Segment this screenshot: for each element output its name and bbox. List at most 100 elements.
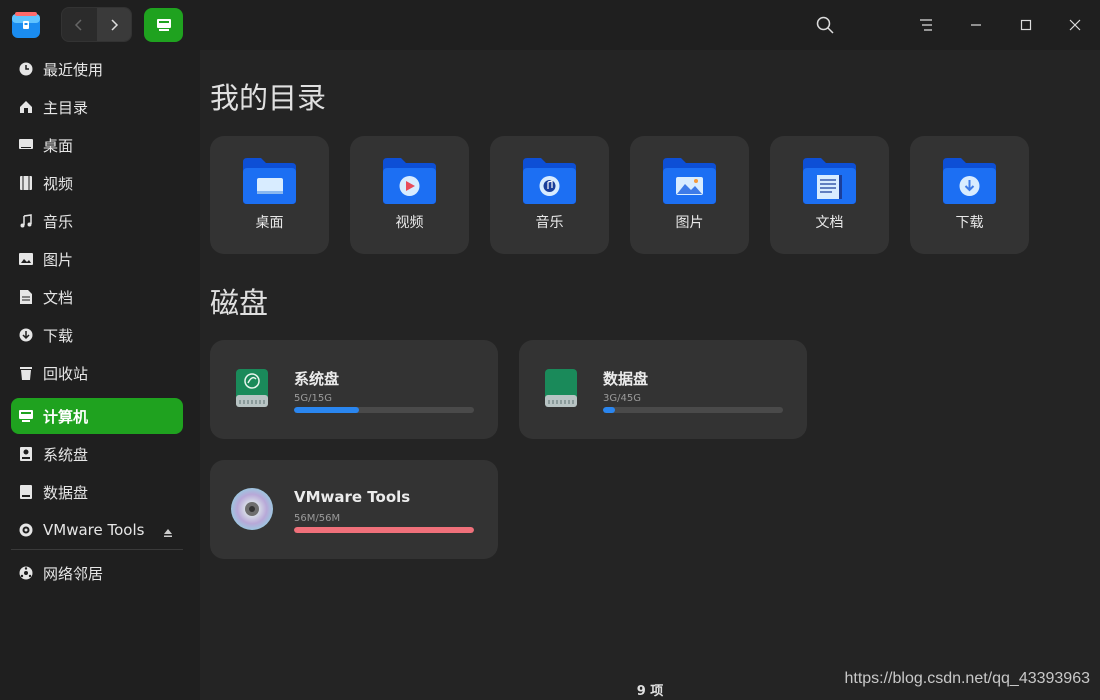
downloads-folder-icon [943, 158, 996, 204]
sidebar-item-documents[interactable]: 文档 [11, 279, 183, 315]
folder-card-documents[interactable]: 文档 [770, 136, 889, 254]
sidebar-item-vmware-tools[interactable]: VMware Tools [11, 512, 183, 548]
computer-view-button[interactable] [144, 8, 183, 42]
back-icon [75, 18, 82, 31]
sidebar-item-label: VMware Tools [43, 521, 145, 539]
sidebar-item-music[interactable]: 音乐 [11, 203, 183, 239]
video-folder-icon [383, 158, 436, 204]
disk-usage-bar [294, 527, 474, 533]
navigation-buttons [61, 7, 132, 42]
sidebar-item-computer[interactable]: 计算机 [11, 398, 183, 434]
desktop-icon [18, 137, 34, 153]
folder-label: 视频 [395, 215, 424, 231]
image-icon [18, 251, 34, 267]
sidebar-item-label: 数据盘 [43, 483, 89, 502]
sidebar-item-label: 系统盘 [43, 445, 89, 464]
sidebar-item-data-disk[interactable]: 数据盘 [11, 474, 183, 510]
menu-button[interactable] [915, 14, 937, 36]
sidebar-item-label: 最近使用 [43, 60, 104, 79]
disk-card-data[interactable]: 数据盘 3G/45G [519, 340, 807, 439]
sidebar-item-pictures[interactable]: 图片 [11, 241, 183, 277]
app-logo-icon [11, 10, 41, 40]
disk-size: 56M/56M [294, 513, 341, 524]
disk-usage-fill [603, 407, 616, 413]
title-bar [0, 0, 1100, 50]
desktop-folder-icon [243, 158, 296, 204]
disk-usage-bar [294, 407, 474, 413]
forward-icon [111, 18, 118, 31]
disk-usage-bar [603, 407, 783, 413]
disk-size: 5G/15G [294, 393, 332, 404]
main-content: 我的目录 桌面 视频 音乐 图片 文档 下载 磁盘 系统盘 5G/15G 数据盘… [200, 50, 1100, 700]
folder-label: 文档 [815, 215, 844, 231]
watermark-text: https://blog.csdn.net/qq_43393963 [844, 670, 1090, 687]
maximize-button[interactable] [1015, 14, 1037, 36]
sidebar-item-trash[interactable]: 回收站 [11, 355, 183, 391]
sidebar-item-label: 网络邻居 [43, 564, 104, 583]
close-icon [1069, 19, 1081, 31]
music-folder-icon [523, 158, 576, 204]
sidebar-item-label: 下载 [43, 326, 74, 345]
sidebar-divider [11, 549, 183, 550]
search-button[interactable] [814, 14, 836, 36]
download-icon [18, 327, 34, 343]
cdrom-disc-icon [231, 488, 273, 530]
sidebar-item-system-disk[interactable]: 系统盘 [11, 436, 183, 472]
data-disk-icon [545, 369, 577, 407]
folder-label: 桌面 [255, 215, 284, 231]
folder-card-music[interactable]: 音乐 [490, 136, 609, 254]
sidebar-item-label: 计算机 [43, 407, 89, 426]
sidebar-item-label: 主目录 [43, 98, 89, 117]
disk-name: VMware Tools [294, 488, 411, 506]
sidebar-item-label: 文档 [43, 288, 74, 307]
search-icon [816, 16, 834, 34]
back-button[interactable] [62, 8, 97, 41]
sidebar-item-home[interactable]: 主目录 [11, 89, 183, 125]
sidebar-item-videos[interactable]: 视频 [11, 165, 183, 201]
system-disk-icon [236, 369, 268, 407]
disk-usage-fill [294, 407, 359, 413]
film-icon [18, 175, 34, 191]
cdrom-icon [18, 522, 34, 538]
folder-label: 音乐 [535, 215, 564, 231]
eject-icon[interactable] [163, 524, 173, 542]
sidebar-item-label: 音乐 [43, 212, 74, 231]
disk-icon [18, 446, 34, 462]
sidebar-item-label: 图片 [43, 250, 74, 269]
disk-card-system[interactable]: 系统盘 5G/15G [210, 340, 498, 439]
folder-card-videos[interactable]: 视频 [350, 136, 469, 254]
computer-icon [18, 408, 34, 424]
folder-label: 下载 [955, 215, 984, 231]
trash-icon [18, 365, 34, 381]
minimize-icon [971, 24, 981, 26]
folder-card-downloads[interactable]: 下载 [910, 136, 1029, 254]
disk-card-vmware-tools[interactable]: VMware Tools 56M/56M [210, 460, 498, 559]
sidebar-item-network[interactable]: 网络邻居 [11, 555, 183, 591]
disk-name: 数据盘 [603, 370, 649, 388]
sidebar-item-label: 视频 [43, 174, 74, 193]
home-icon [18, 99, 34, 115]
document-icon [18, 289, 34, 305]
sidebar-item-label: 回收站 [43, 364, 89, 383]
sidebar-item-downloads[interactable]: 下载 [11, 317, 183, 353]
computer-icon [156, 19, 171, 31]
close-button[interactable] [1064, 14, 1086, 36]
maximize-icon [1020, 19, 1032, 31]
disks-title: 磁盘 [210, 286, 269, 320]
music-icon [18, 213, 34, 229]
sidebar-item-label: 桌面 [43, 136, 74, 155]
folder-card-pictures[interactable]: 图片 [630, 136, 749, 254]
folder-card-desktop[interactable]: 桌面 [210, 136, 329, 254]
sidebar-item-desktop[interactable]: 桌面 [11, 127, 183, 163]
disk-icon [18, 484, 34, 500]
folder-label: 图片 [675, 215, 704, 231]
disk-name: 系统盘 [294, 370, 340, 388]
disk-size: 3G/45G [603, 393, 641, 404]
minimize-button[interactable] [965, 14, 987, 36]
menu-icon [920, 19, 932, 31]
sidebar-item-recent[interactable]: 最近使用 [11, 51, 183, 87]
disk-usage-fill [294, 527, 474, 533]
forward-button[interactable] [96, 8, 131, 41]
network-icon [18, 565, 34, 581]
clock-icon [18, 61, 34, 77]
